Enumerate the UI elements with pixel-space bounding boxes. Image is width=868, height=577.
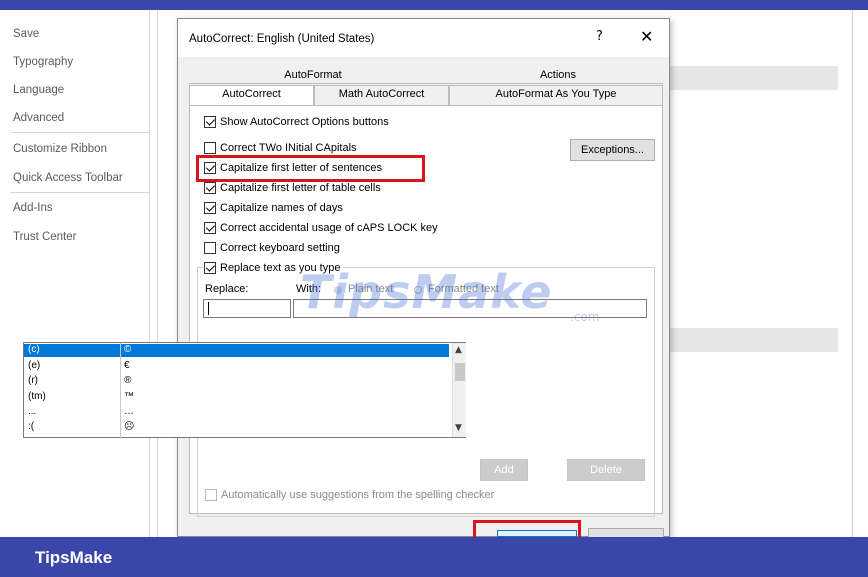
show-options-checkbox[interactable]: Show AutoCorrect Options buttons	[204, 116, 389, 128]
nav-item-typography[interactable]: Typography	[13, 56, 73, 68]
checkbox-label: Capitalize names of days	[220, 202, 343, 214]
entry-with: …	[124, 406, 134, 417]
replace-input[interactable]	[203, 299, 291, 318]
nav-separator	[10, 132, 150, 133]
checkbox-box[interactable]	[204, 222, 216, 234]
entry-replace: (c)	[28, 344, 40, 355]
help-button[interactable]: ?	[596, 29, 603, 44]
list-item[interactable]: (c) ©	[24, 344, 449, 357]
nav-item-language[interactable]: Language	[13, 84, 64, 96]
checkbox-box[interactable]	[204, 116, 216, 128]
window-scrollbar[interactable]	[852, 10, 868, 537]
close-icon[interactable]: ✕	[640, 27, 653, 46]
brand-banner: TipsMake	[0, 537, 868, 577]
list-item[interactable]: (r) ®	[24, 375, 449, 388]
window-edge	[0, 10, 10, 537]
nav-item-save[interactable]: Save	[13, 28, 39, 40]
highlight-box	[473, 520, 581, 538]
checkbox-box[interactable]	[205, 489, 217, 501]
checkbox-label: Show AutoCorrect Options buttons	[220, 116, 389, 128]
scroll-up-icon[interactable]: ▲	[455, 345, 462, 355]
checkbox-box[interactable]	[204, 202, 216, 214]
capitalize-table-cells-checkbox[interactable]: Capitalize first letter of table cells	[204, 182, 381, 194]
entry-with: ™	[124, 391, 134, 402]
text-caret	[208, 302, 209, 315]
list-item[interactable]: :( ☹	[24, 421, 449, 434]
nav-item-customize-ribbon[interactable]: Customize Ribbon	[13, 143, 107, 155]
entry-with: ®	[124, 375, 132, 386]
column-divider	[120, 343, 121, 439]
entry-replace: :(	[28, 421, 35, 432]
tab-autoformat-as-you-type[interactable]: AutoFormat As You Type	[449, 85, 663, 105]
replace-label: Replace:	[205, 283, 249, 295]
nav-separator	[10, 192, 150, 193]
brand-logo: TipsMake	[35, 548, 113, 567]
list-scrollbar[interactable]: ▲ ▼	[452, 343, 466, 437]
entry-replace: (tm)	[28, 391, 46, 402]
cancel-button[interactable]	[588, 528, 664, 537]
checkbox-box[interactable]	[204, 242, 216, 254]
checkbox-label: Correct keyboard setting	[220, 242, 340, 254]
section-header-strip	[670, 328, 838, 352]
keyboard-setting-checkbox[interactable]: Correct keyboard setting	[204, 242, 340, 254]
scroll-thumb[interactable]	[455, 363, 465, 381]
delete-button[interactable]: Delete	[567, 459, 645, 481]
highlight-box	[196, 155, 425, 182]
list-item[interactable]: (tm) ™	[24, 391, 449, 404]
tab-actions[interactable]: Actions	[478, 67, 638, 84]
list-item[interactable]: ... …	[24, 406, 449, 419]
entry-replace: (r)	[28, 375, 38, 386]
tab-row-divider	[189, 83, 663, 84]
capitalize-days-checkbox[interactable]: Capitalize names of days	[204, 202, 343, 214]
correct-two-initial-capitals-checkbox[interactable]: Correct TWo INitial CApitals	[204, 142, 357, 154]
spelling-suggestions-checkbox[interactable]: Automatically use suggestions from the s…	[205, 489, 494, 501]
tab-autocorrect[interactable]: AutoCorrect	[189, 85, 314, 106]
add-button[interactable]: Add	[480, 459, 528, 481]
entry-replace: ...	[28, 406, 37, 417]
scroll-down-icon[interactable]: ▼	[455, 423, 462, 433]
nav-item-trust-center[interactable]: Trust Center	[13, 231, 76, 243]
replacement-list[interactable]: (c) © (e) € (r) ® (tm) ™ ... … :( ☹ ▲ ▼	[23, 342, 466, 439]
caps-lock-checkbox[interactable]: Correct accidental usage of cAPS LOCK ke…	[204, 222, 438, 234]
checkbox-label: Capitalize first letter of table cells	[220, 182, 381, 194]
nav-item-add-ins[interactable]: Add-Ins	[13, 202, 53, 214]
tab-math-autocorrect[interactable]: Math AutoCorrect	[314, 85, 449, 105]
watermark-suffix: .com	[570, 310, 600, 324]
nav-item-quick-access-toolbar[interactable]: Quick Access Toolbar	[13, 172, 123, 184]
checkbox-box[interactable]	[204, 262, 216, 274]
checkbox-label: Correct accidental usage of cAPS LOCK ke…	[220, 222, 438, 234]
exceptions-button[interactable]: Exceptions...	[570, 139, 655, 161]
watermark: TipsMake	[300, 265, 553, 319]
checkbox-label: Correct TWo INitial CApitals	[220, 142, 357, 154]
entry-replace: (e)	[28, 360, 41, 371]
checkbox-box[interactable]	[204, 142, 216, 154]
dialog-titlebar: AutoCorrect: English (United States) ? ✕	[178, 19, 669, 57]
section-header-strip	[670, 66, 838, 90]
nav-divider	[157, 10, 158, 537]
list-item[interactable]: (e) €	[24, 360, 449, 373]
entry-with: ☹	[124, 421, 135, 432]
entry-with: €	[124, 360, 130, 371]
top-band	[0, 0, 868, 10]
tab-autoformat[interactable]: AutoFormat	[248, 67, 378, 84]
nav-item-advanced[interactable]: Advanced	[13, 112, 64, 124]
dialog-title: AutoCorrect: English (United States)	[189, 33, 375, 45]
entry-with: ©	[124, 344, 132, 355]
checkbox-box[interactable]	[204, 182, 216, 194]
checkbox-label: Automatically use suggestions from the s…	[221, 489, 495, 501]
